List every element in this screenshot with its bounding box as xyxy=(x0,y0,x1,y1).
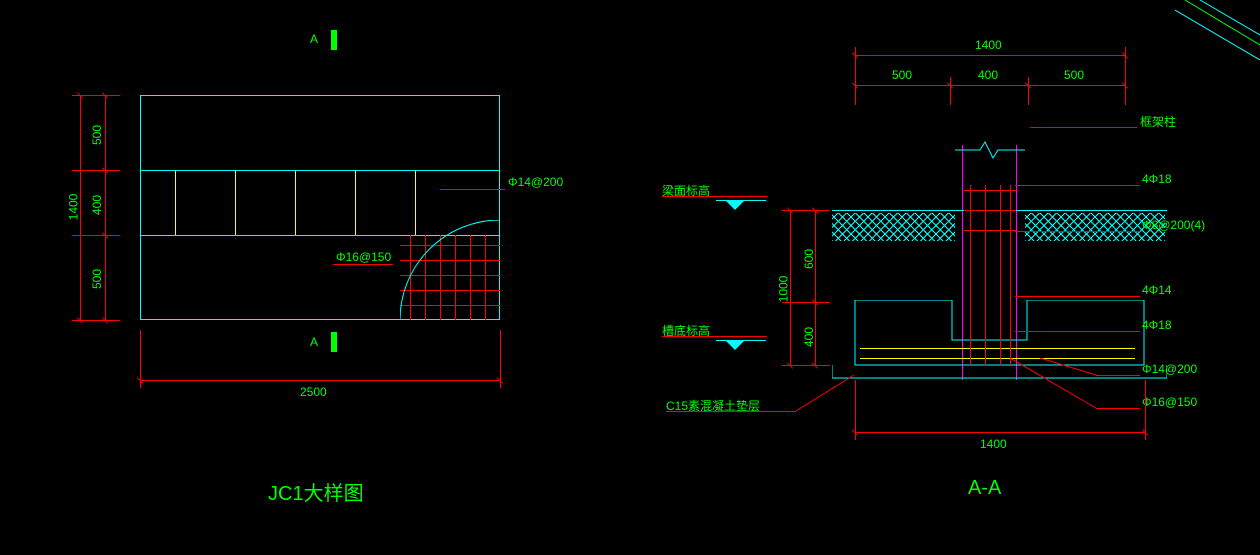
section-label-top: A xyxy=(310,32,318,46)
leader xyxy=(662,336,767,337)
rebar-r1: 4Φ18 xyxy=(1142,172,1172,186)
leader xyxy=(1096,408,1140,409)
leader xyxy=(666,411,796,412)
leader xyxy=(662,196,767,197)
plan-arc xyxy=(400,220,505,325)
leader xyxy=(1096,375,1140,376)
stirrup xyxy=(964,210,1016,211)
dim-line xyxy=(140,380,500,381)
plan-vertical-rebar xyxy=(235,170,236,235)
column-label: 框架柱 xyxy=(1140,113,1176,130)
dim-top-seg1: 500 xyxy=(892,68,912,82)
dim-top-seg3: 500 xyxy=(1064,68,1084,82)
dim-ext xyxy=(72,170,120,171)
dim-side-total: 1000 xyxy=(776,276,790,303)
col-rebar xyxy=(1000,185,1001,365)
dim-ext xyxy=(950,77,951,105)
dim-row-mid: 400 xyxy=(90,195,104,215)
leader xyxy=(1015,185,1140,186)
dim-line xyxy=(855,55,1125,56)
datum-triangle xyxy=(725,200,745,210)
section-marker-top xyxy=(331,30,337,50)
break-symbol xyxy=(955,140,1025,160)
dim-row-top: 500 xyxy=(90,125,104,145)
col-rebar xyxy=(985,185,986,365)
rebar-r2: Φ8@200(4) xyxy=(1142,218,1205,232)
dim-side-seg2: 400 xyxy=(802,327,816,347)
stirrup xyxy=(964,230,1016,231)
section-title: A-A xyxy=(968,477,1001,500)
leader xyxy=(333,264,393,265)
plan-vertical-rebar xyxy=(355,170,356,235)
rebar-r4: 4Φ18 xyxy=(1142,318,1172,332)
plan-vertical-rebar xyxy=(175,170,176,235)
dim-top-seg2: 400 xyxy=(978,68,998,82)
rebar-label-top: Φ14@200 xyxy=(508,175,563,189)
leader-diag xyxy=(796,375,856,413)
dim-side-seg1: 600 xyxy=(802,249,816,269)
leader xyxy=(1015,296,1140,297)
leader xyxy=(1015,331,1140,332)
dim-total-width: 2500 xyxy=(300,385,327,399)
plan-title: JC1大样图 xyxy=(268,477,364,506)
leader xyxy=(1015,231,1140,232)
leader xyxy=(1030,127,1137,128)
dim-total-height: 1400 xyxy=(66,194,80,221)
dim-ext xyxy=(72,235,120,236)
rebar-r6: Φ16@150 xyxy=(1142,395,1197,409)
leader xyxy=(440,189,505,190)
plan-row-divider-1 xyxy=(140,170,500,171)
section-marker-bottom xyxy=(331,332,337,352)
col-rebar xyxy=(1010,185,1011,365)
datum-triangle xyxy=(725,340,745,350)
dim-row-bot: 500 xyxy=(90,269,104,289)
ground-hatch-l xyxy=(832,213,955,241)
plan-vertical-rebar xyxy=(295,170,296,235)
rebar-r5: Φ14@200 xyxy=(1142,362,1197,376)
dim-ext xyxy=(1028,77,1029,105)
dim-line xyxy=(855,85,1125,86)
dim-bottom-total: 1400 xyxy=(980,437,1007,451)
footing-rebar xyxy=(860,348,1135,349)
section-label-bottom: A xyxy=(310,335,318,349)
corner-lines xyxy=(1175,0,1260,60)
rebar-r3: 4Φ14 xyxy=(1142,283,1172,297)
leader-diag xyxy=(1010,358,1100,410)
col-rebar xyxy=(970,185,971,365)
dim-line xyxy=(105,95,106,320)
dim-line xyxy=(855,432,1145,433)
stirrup xyxy=(964,190,1016,191)
rebar-label-mid: Φ16@150 xyxy=(336,250,391,264)
dim-top-total: 1400 xyxy=(975,38,1002,52)
